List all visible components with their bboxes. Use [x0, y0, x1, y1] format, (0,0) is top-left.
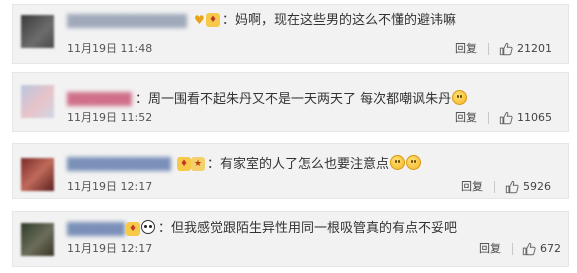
comment-time: 11月19日 12:17 — [67, 180, 153, 193]
thumbs-up-icon[interactable] — [522, 242, 536, 256]
comment-text: ：但我感觉跟陌生异性用同一根吸管真的有点不妥吧 — [158, 221, 458, 236]
reply-button[interactable]: 回复 — [455, 42, 477, 56]
username[interactable]: ████████████ — [67, 157, 171, 171]
thumbs-up-icon[interactable] — [505, 180, 519, 194]
vip-badge-icon: ★ — [191, 157, 205, 171]
comment-text: ：妈啊，现在这些男的这么不懂的避讳嘛 — [222, 13, 457, 28]
divider — [512, 243, 513, 255]
panda-icon — [141, 220, 155, 234]
divider — [494, 181, 495, 193]
avatar[interactable] — [21, 223, 54, 256]
username[interactable]: ███████ — [67, 92, 137, 106]
comment-card: ██████████████ ♥ ♦ ：妈啊，现在这些男的这么不懂的避讳嘛 11… — [12, 4, 569, 64]
like-count: 672 — [540, 242, 561, 255]
comment-card: ███████ ♦ ：但我感觉跟陌生异性用同一根吸管真的有点不妥吧 11月19日… — [12, 211, 569, 267]
reply-button[interactable]: 回复 — [455, 111, 477, 125]
avatar[interactable] — [21, 85, 54, 118]
comment-text: ：有家室的人了怎么也要注意点 — [207, 155, 422, 174]
smile-emoji-icon — [452, 90, 468, 105]
divider — [488, 112, 489, 124]
comment-card: ████████████ ♦ ★ ：有家室的人了怎么也要注意点 11月19日 1… — [12, 143, 569, 199]
like-count: 11065 — [517, 111, 552, 124]
username[interactable]: ███████ — [67, 222, 125, 236]
like-count: 5926 — [523, 180, 551, 193]
comment-time: 11月19日 12:17 — [67, 242, 153, 255]
reply-button[interactable]: 回复 — [479, 242, 501, 256]
like-count: 21201 — [517, 42, 552, 55]
username[interactable]: ██████████████ — [67, 14, 187, 28]
vip-badge-icon: ♦ — [206, 13, 220, 27]
comment-card: ███████ ：周一围看不起朱丹又不是一天两天了 每次都嘲讽朱丹 11月19日… — [12, 72, 569, 132]
comment-text: ：周一围看不起朱丹又不是一天两天了 每次都嘲讽朱丹 — [135, 90, 468, 109]
comment-time: 11月19日 11:48 — [67, 42, 153, 55]
smile-emoji-icon — [390, 155, 406, 170]
thumbs-up-icon[interactable] — [499, 42, 513, 56]
smile-emoji-icon — [406, 155, 422, 170]
comment-time: 11月19日 11:52 — [67, 111, 153, 124]
thumbs-up-icon[interactable] — [499, 111, 513, 125]
member-badge-icon: ♦ — [126, 222, 140, 236]
member-badge-icon: ♦ — [177, 157, 191, 171]
divider — [488, 43, 489, 55]
reply-button[interactable]: 回复 — [461, 180, 483, 194]
member-badge-icon: ♥ — [194, 13, 205, 27]
avatar[interactable] — [21, 158, 54, 191]
avatar[interactable] — [21, 15, 54, 48]
